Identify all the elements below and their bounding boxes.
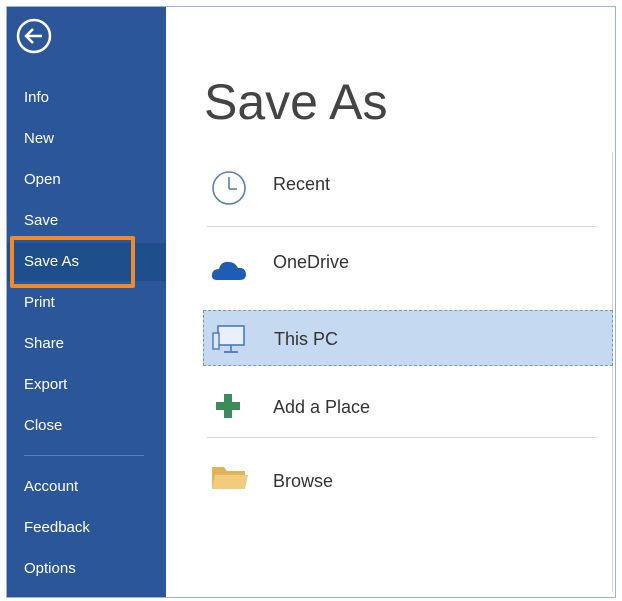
nav-export[interactable]: Export	[7, 366, 166, 404]
backstage-view: Info New Open Save Save As Print Share E…	[6, 6, 616, 598]
places-divider	[207, 437, 597, 438]
nav-close[interactable]: Close	[7, 407, 166, 445]
place-onedrive[interactable]: OneDrive	[203, 240, 613, 296]
back-arrow-icon[interactable]	[14, 16, 54, 56]
panel-divider	[612, 152, 613, 592]
place-label: Recent	[273, 174, 331, 194]
nav-print[interactable]: Print	[7, 284, 166, 322]
folder-icon	[211, 463, 248, 495]
nav-new[interactable]: New	[7, 120, 166, 158]
nav-feedback[interactable]: Feedback	[7, 509, 166, 547]
nav-divider	[24, 455, 144, 456]
nav-account[interactable]: Account	[7, 468, 166, 506]
plus-icon	[213, 391, 249, 423]
place-label: Add a Place	[273, 397, 371, 417]
place-browse[interactable]: Browse	[203, 449, 613, 505]
nav-save-as[interactable]: Save As	[7, 243, 166, 281]
place-label: This PC	[274, 329, 339, 349]
page-title: Save As	[204, 74, 388, 130]
nav-options[interactable]: Options	[7, 550, 166, 588]
backstage-sidebar: Info New Open Save Save As Print Share E…	[7, 7, 166, 597]
nav-save[interactable]: Save	[7, 202, 166, 240]
place-label: OneDrive	[273, 252, 350, 272]
nav-share[interactable]: Share	[7, 325, 166, 363]
place-this-pc[interactable]: This PC	[203, 310, 613, 366]
computer-icon	[211, 323, 247, 355]
place-label: Browse	[273, 471, 334, 491]
place-add-a-place[interactable]: Add a Place	[203, 377, 613, 433]
clock-icon	[211, 170, 247, 205]
place-recent[interactable]: Recent	[203, 158, 613, 214]
places-divider	[207, 226, 597, 227]
nav-open[interactable]: Open	[7, 161, 166, 199]
cloud-icon	[211, 256, 247, 288]
nav-info[interactable]: Info	[7, 79, 166, 117]
